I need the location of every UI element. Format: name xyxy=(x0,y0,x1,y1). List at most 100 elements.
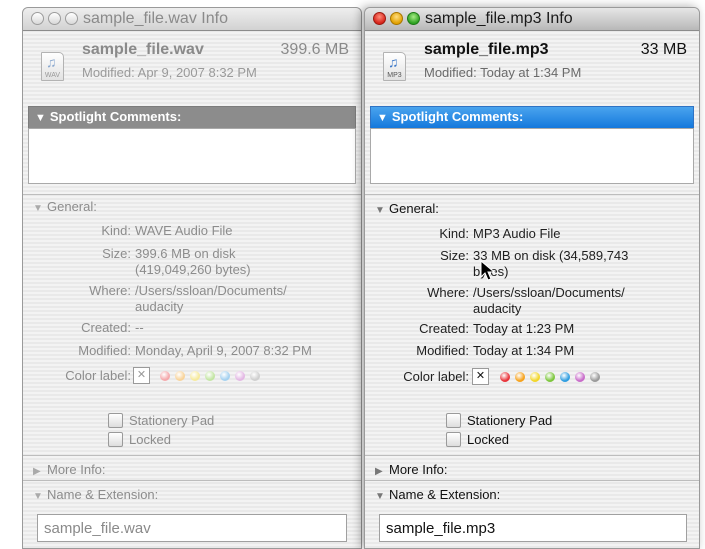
size-value: 33 MB on disk (34,589,743bytes) xyxy=(473,248,693,280)
created-value: -- xyxy=(135,320,144,335)
locked-checkbox[interactable]: Locked xyxy=(446,432,509,447)
file-header: ♫ WAV sample_file.wav 399.6 MB Modified:… xyxy=(23,31,361,99)
color-label-swatch[interactable] xyxy=(220,371,230,381)
spotlight-comments-field[interactable] xyxy=(28,128,356,184)
where-value-line: /Users/ssloan/Documents/ xyxy=(135,283,287,298)
file-size: 399.6 MB xyxy=(280,41,349,58)
disclosure-triangle-open-icon: ▼ xyxy=(33,203,43,214)
color-label-label: Color label: xyxy=(403,369,469,384)
file-name-input[interactable]: sample_file.wav xyxy=(37,514,347,542)
general-label: General: xyxy=(389,201,439,216)
file-size: 33 MB xyxy=(640,41,687,58)
disclosure-triangle-closed-icon: ▶ xyxy=(33,466,41,477)
spotlight-comments-label: Spotlight Comments: xyxy=(49,109,182,124)
color-label-swatch[interactable] xyxy=(205,371,215,381)
more-info-label: More Info: xyxy=(389,462,448,477)
file-name-input[interactable]: sample_file.mp3 xyxy=(379,514,687,542)
stationery-pad-checkbox[interactable]: Stationery Pad xyxy=(108,413,214,428)
where-value: /Users/ssloan/Documents/audacity xyxy=(135,283,357,315)
color-label-swatch[interactable] xyxy=(575,372,585,382)
kind-value: WAVE Audio File xyxy=(135,223,233,238)
color-label-swatch[interactable] xyxy=(500,372,510,382)
locked-checkbox[interactable]: Locked xyxy=(108,432,171,447)
color-label-swatch[interactable] xyxy=(175,371,185,381)
spotlight-comments-field[interactable] xyxy=(370,128,694,184)
size-value-line: (419,049,260 bytes) xyxy=(135,262,251,277)
info-window-mp3[interactable]: sample_file.mp3 Info ♫ MP3 sample_file.m… xyxy=(364,7,700,549)
disclosure-triangle-open-icon: ▼ xyxy=(375,205,385,216)
size-label: Size: xyxy=(102,246,131,261)
file-name: sample_file.mp3 xyxy=(424,41,549,58)
divider xyxy=(23,455,361,456)
checkbox-box[interactable] xyxy=(108,413,123,428)
color-label-swatch[interactable] xyxy=(560,372,570,382)
close-window-button[interactable] xyxy=(31,12,44,25)
close-window-button[interactable] xyxy=(373,12,386,25)
file-modified: Modified: Today at 1:34 PM xyxy=(424,65,582,80)
color-label-swatch[interactable] xyxy=(545,372,555,382)
title-bar[interactable]: sample_file.mp3 Info xyxy=(365,8,699,31)
wav-file-icon: ♫ WAV xyxy=(41,52,64,81)
size-value: 399.6 MB on disk (419,049,260 bytes) xyxy=(135,246,357,278)
color-label-swatch[interactable] xyxy=(250,371,260,381)
where-value-line: /Users/ssloan/Documents/ xyxy=(473,285,625,300)
name-extension-section-header[interactable]: ▼ Name & Extension: xyxy=(375,487,500,502)
name-extension-section-header[interactable]: ▼ Name & Extension: xyxy=(33,487,158,502)
mp3-file-icon: ♫ MP3 xyxy=(383,52,406,81)
checkbox-box[interactable] xyxy=(446,432,461,447)
info-window-wav[interactable]: sample_file.wav Info ♫ WAV sample_file.w… xyxy=(22,7,362,549)
created-label: Created: xyxy=(419,321,469,336)
name-extension-label: Name & Extension: xyxy=(389,487,501,502)
minimize-window-button[interactable] xyxy=(48,12,61,25)
no-color-label-button[interactable]: ✕ xyxy=(472,368,489,385)
color-label-swatch[interactable] xyxy=(530,372,540,382)
color-label-swatches xyxy=(160,371,260,381)
spotlight-comments-header[interactable]: ▼ Spotlight Comments: xyxy=(28,106,356,129)
size-value-line: bytes) xyxy=(473,264,693,280)
divider xyxy=(365,480,699,481)
more-info-section-header[interactable]: ▶ More Info: xyxy=(375,462,448,477)
minimize-window-button[interactable] xyxy=(390,12,403,25)
created-value: Today at 1:23 PM xyxy=(473,321,575,336)
where-value: /Users/ssloan/Documents/audacity xyxy=(473,285,693,317)
kind-label: Kind: xyxy=(101,223,131,238)
size-value-line: 399.6 MB on disk xyxy=(135,246,236,261)
modified-value: Monday, April 9, 2007 8:32 PM xyxy=(135,343,312,358)
where-label: Where: xyxy=(89,283,131,298)
zoom-window-button[interactable] xyxy=(407,12,420,25)
general-label: General: xyxy=(47,199,97,214)
disclosure-triangle-open-icon: ▼ xyxy=(375,491,385,502)
general-section-header[interactable]: ▼ General: xyxy=(375,201,439,216)
stationery-pad-checkbox[interactable]: Stationery Pad xyxy=(446,413,552,428)
name-extension-label: Name & Extension: xyxy=(47,487,159,502)
title-bar[interactable]: sample_file.wav Info xyxy=(23,8,361,31)
where-label: Where: xyxy=(427,285,469,300)
file-modified: Modified: Apr 9, 2007 8:32 PM xyxy=(82,65,257,80)
modified-label: Modified: xyxy=(416,343,469,358)
color-label-swatch[interactable] xyxy=(590,372,600,382)
disclosure-triangle-open-icon: ▼ xyxy=(377,112,388,124)
more-info-section-header[interactable]: ▶ More Info: xyxy=(33,462,106,477)
general-section-header[interactable]: ▼ General: xyxy=(33,199,97,214)
music-note-icon: ♫ xyxy=(388,54,399,70)
created-label: Created: xyxy=(81,320,131,335)
checkbox-box[interactable] xyxy=(108,432,123,447)
where-value-line: audacity xyxy=(135,299,184,314)
color-label-swatch[interactable] xyxy=(515,372,525,382)
stationery-pad-label: Stationery Pad xyxy=(129,413,215,428)
disclosure-triangle-closed-icon: ▶ xyxy=(375,466,383,477)
divider xyxy=(23,194,361,195)
color-label-swatches xyxy=(500,372,600,382)
zoom-window-button[interactable] xyxy=(65,12,78,25)
divider xyxy=(365,194,699,195)
window-title: sample_file.mp3 Info xyxy=(425,10,573,27)
size-value-line: 33 MB on disk (34,589,743 xyxy=(473,248,629,263)
disclosure-triangle-open-icon: ▼ xyxy=(33,491,43,502)
color-label-swatch[interactable] xyxy=(160,371,170,381)
no-color-label-button[interactable]: ✕ xyxy=(133,367,150,384)
spotlight-comments-header[interactable]: ▼ Spotlight Comments: xyxy=(370,106,694,129)
modified-label: Modified: xyxy=(78,343,131,358)
color-label-swatch[interactable] xyxy=(190,371,200,381)
color-label-swatch[interactable] xyxy=(235,371,245,381)
checkbox-box[interactable] xyxy=(446,413,461,428)
